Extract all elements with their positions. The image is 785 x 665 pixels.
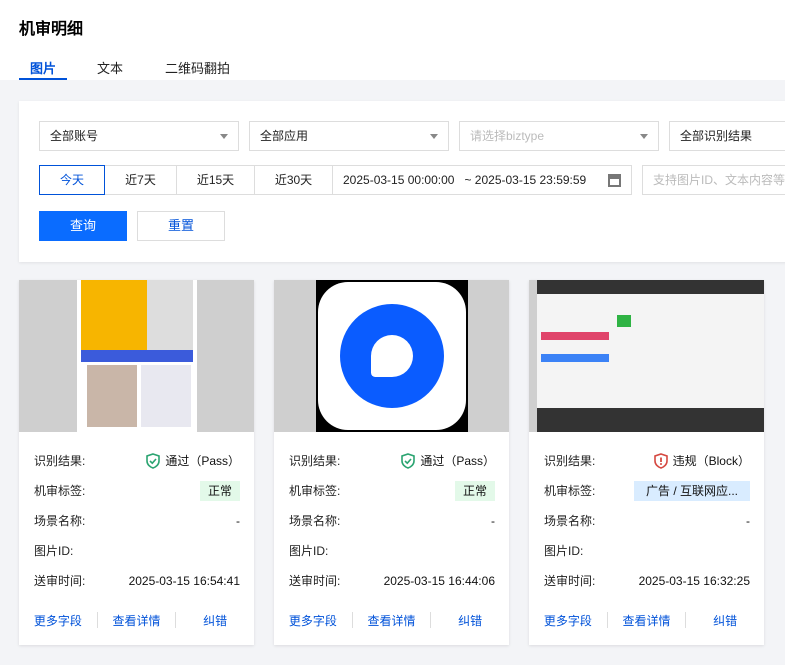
result-text: 违规（Block） — [672, 454, 750, 468]
view-details-link[interactable]: 查看详情 — [353, 612, 431, 629]
more-fields-link[interactable]: 更多字段 — [19, 612, 97, 629]
biztype-select[interactable]: 请选择biztype — [459, 121, 659, 151]
tab-image[interactable]: 图片 — [30, 58, 56, 77]
tag-label: 机审标签: — [34, 484, 86, 498]
scene-value: - — [746, 514, 750, 528]
view-details-link[interactable]: 查看详情 — [98, 612, 176, 629]
time-value: 2025-03-15 16:44:06 — [383, 574, 495, 588]
range-7days[interactable]: 近7天 — [104, 165, 177, 195]
date-end: ~ 2025-03-15 23:59:59 — [464, 173, 587, 187]
shield-check-icon — [401, 453, 416, 469]
tag-label: 机审标签: — [544, 484, 596, 498]
correct-link[interactable]: 纠错 — [431, 612, 509, 629]
filter-panel: 全部账号 全部应用 请选择biztype 全部识别结果 今天 近7天 近15天 … — [19, 101, 785, 262]
result-text: 通过（Pass） — [420, 454, 495, 468]
result-status: 通过（Pass） — [400, 451, 495, 471]
tag-badge: 广告 / 互联网应... — [634, 481, 750, 501]
result-status: 通过（Pass） — [145, 451, 240, 471]
time-label: 送审时间: — [544, 574, 596, 588]
scene-value: - — [491, 514, 495, 528]
result-card: 识别结果: 违规（Block） 机审标签: 广告 / 互联网应... 场景名称: - … — [529, 280, 764, 645]
date-range-picker[interactable]: 2025-03-15 00:00:00 ~ 2025-03-15 23:59:5… — [332, 165, 632, 195]
account-select[interactable]: 全部账号 — [39, 121, 239, 151]
result-text: 通过（Pass） — [165, 454, 240, 468]
account-select-value: 全部账号 — [50, 129, 99, 143]
result-select-value: 全部识别结果 — [680, 129, 753, 143]
range-30days[interactable]: 近30天 — [254, 165, 333, 195]
time-value: 2025-03-15 16:54:41 — [128, 574, 240, 588]
page-header: 机审明细 图片 文本 二维码翻拍 — [0, 0, 785, 80]
page-title: 机审明细 — [19, 21, 84, 38]
scene-label: 场景名称: — [34, 514, 86, 528]
correct-link[interactable]: 纠错 — [176, 612, 254, 629]
query-button[interactable]: 查询 — [39, 211, 127, 241]
range-today[interactable]: 今天 — [39, 165, 105, 195]
range-15days[interactable]: 近15天 — [176, 165, 255, 195]
result-label: 识别结果: — [34, 454, 86, 468]
shield-check-icon — [146, 453, 161, 469]
result-select[interactable]: 全部识别结果 — [669, 121, 785, 151]
tag-badge: 正常 — [199, 481, 240, 501]
thumbnail-image[interactable] — [19, 280, 254, 432]
scene-label: 场景名称: — [289, 514, 341, 528]
time-value: 2025-03-15 16:32:25 — [638, 574, 750, 588]
result-label: 识别结果: — [289, 454, 341, 468]
active-tab-indicator — [19, 78, 67, 80]
app-select-value: 全部应用 — [260, 129, 309, 143]
search-input[interactable]: 支持图片ID、文本内容等 — [642, 165, 785, 195]
scene-label: 场景名称: — [544, 514, 596, 528]
result-label: 识别结果: — [544, 454, 596, 468]
chevron-down-icon — [640, 134, 648, 139]
tab-qrcode[interactable]: 二维码翻拍 — [165, 58, 230, 77]
thumbnail-image[interactable] — [274, 280, 509, 432]
result-card: 识别结果: 通过（Pass） 机审标签: 正常 场景名称: - 图片ID: 送审时间:… — [274, 280, 509, 645]
result-card: 识别结果: 通过（Pass） 机审标签: 正常 场景名称: - 图片ID: 送审时间:… — [19, 280, 254, 645]
correct-link[interactable]: 纠错 — [686, 612, 764, 629]
more-fields-link[interactable]: 更多字段 — [529, 612, 607, 629]
chevron-down-icon — [430, 134, 438, 139]
shield-alert-icon — [653, 453, 668, 469]
result-status: 违规（Block） — [653, 451, 750, 471]
image-id-label: 图片ID: — [34, 544, 74, 558]
chevron-down-icon — [220, 134, 228, 139]
tag-badge: 正常 — [454, 481, 495, 501]
time-label: 送审时间: — [34, 574, 86, 588]
view-details-link[interactable]: 查看详情 — [608, 612, 686, 629]
thumbnail-image[interactable] — [529, 280, 764, 432]
biztype-placeholder: 请选择biztype — [470, 129, 545, 143]
scene-value: - — [236, 514, 240, 528]
app-select[interactable]: 全部应用 — [249, 121, 449, 151]
calendar-icon[interactable] — [608, 174, 621, 187]
reset-button[interactable]: 重置 — [137, 211, 225, 241]
date-start: 2025-03-15 00:00:00 — [343, 173, 455, 187]
image-id-label: 图片ID: — [289, 544, 329, 558]
image-id-label: 图片ID: — [544, 544, 584, 558]
time-label: 送审时间: — [289, 574, 341, 588]
more-fields-link[interactable]: 更多字段 — [274, 612, 352, 629]
tab-text[interactable]: 文本 — [97, 58, 123, 77]
tag-label: 机审标签: — [289, 484, 341, 498]
